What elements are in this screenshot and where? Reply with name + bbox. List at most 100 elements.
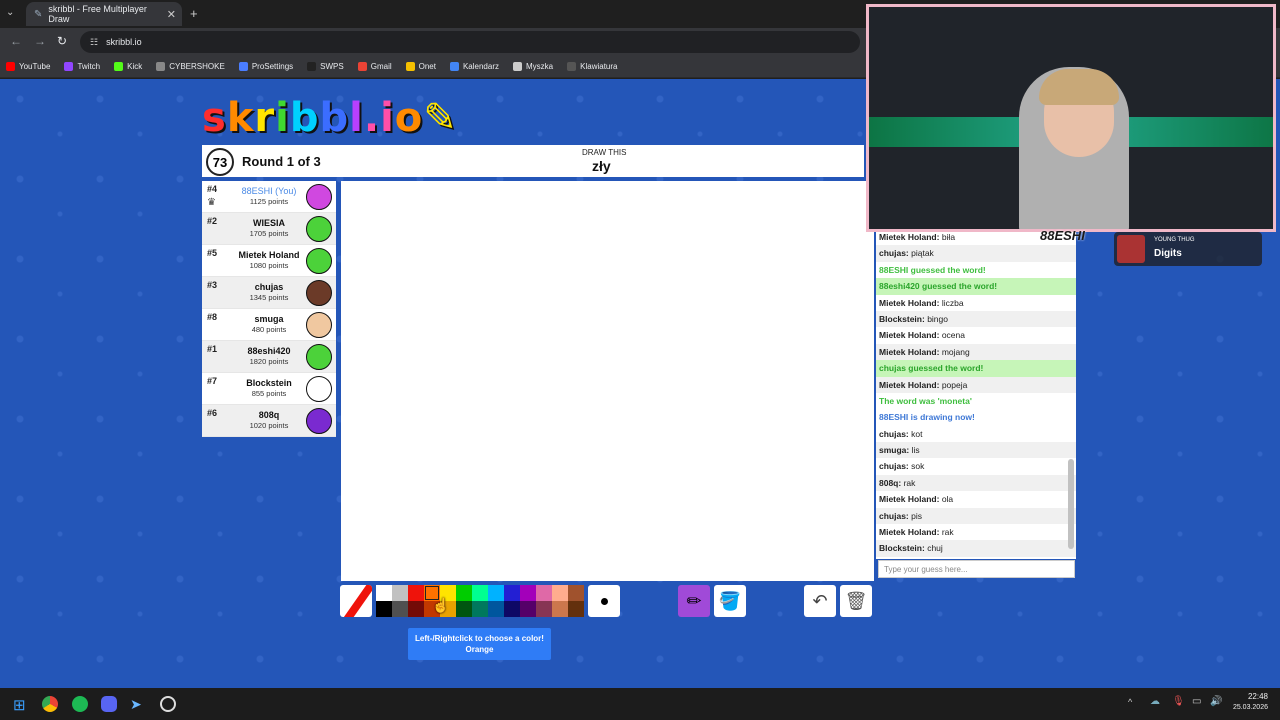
bookmark-kick[interactable]: Kick	[114, 62, 142, 71]
chrome-icon[interactable]	[42, 696, 58, 712]
drawing-canvas[interactable]	[341, 181, 874, 581]
color-swatch[interactable]	[552, 601, 568, 617]
chat-system-text: 88ESHI is drawing now!	[879, 412, 975, 423]
chat-system-text: The word was 'moneta'	[879, 395, 972, 406]
current-color-button[interactable]	[340, 585, 372, 617]
color-swatch[interactable]	[408, 585, 424, 601]
discord-icon[interactable]	[101, 696, 117, 712]
tray-cloud-icon[interactable]: ☁	[1150, 696, 1160, 707]
mouse-cursor-icon: ☝	[432, 597, 450, 613]
song-title: Digits	[1154, 248, 1182, 259]
color-swatch[interactable]	[488, 601, 504, 617]
crown-icon: ♛	[207, 197, 216, 208]
player-row[interactable]: #4 88ESHI (You) 1125 points ♛	[202, 181, 336, 213]
bookmark-label: Onet	[418, 62, 436, 71]
site-info-icon[interactable]: ☷	[90, 37, 98, 48]
chat-message: Blockstein: chuj	[876, 540, 1076, 557]
reload-icon[interactable]: ↻	[57, 34, 67, 48]
player-rank: #2	[207, 216, 218, 226]
color-swatch[interactable]	[520, 585, 536, 601]
player-row[interactable]: #1 88eshi420 1820 points	[202, 341, 336, 373]
color-swatch[interactable]	[568, 585, 584, 601]
tab-close-icon[interactable]: ✕	[167, 8, 176, 21]
bookmark-swps[interactable]: SWPS	[307, 62, 344, 71]
chat-text: pis	[911, 510, 922, 521]
microphone-icon[interactable]: 🎙	[1172, 696, 1185, 707]
color-swatch[interactable]	[376, 601, 392, 617]
chat-author: Blockstein:	[879, 313, 928, 324]
fill-bucket-tool-icon[interactable]: 🪣	[714, 585, 746, 617]
telegram-icon[interactable]: ➤	[130, 696, 146, 712]
chat-text: piątak	[911, 248, 934, 259]
chat-text: popeja	[941, 379, 968, 390]
color-swatch[interactable]	[392, 601, 408, 617]
bookmark-twitch[interactable]: Twitch	[64, 62, 100, 71]
tab-list-icon[interactable]: ⌄	[6, 7, 14, 18]
monitor-icon[interactable]: ▭	[1192, 696, 1201, 707]
chat-scrollbar[interactable]	[1068, 459, 1074, 549]
clear-trash-icon[interactable]: 🗑	[840, 585, 872, 617]
new-tab-icon[interactable]: +	[190, 6, 198, 21]
color-swatch[interactable]	[408, 601, 424, 617]
chat-message: 88ESHI guessed the word!	[876, 261, 1076, 279]
bookmark-klawiatura[interactable]: Klawiatura	[567, 62, 617, 71]
bookmark-myszka[interactable]: Myszka	[513, 62, 553, 71]
chat-text: kot	[911, 428, 923, 439]
streamer-name: 88ESHI	[1040, 228, 1085, 243]
color-swatch[interactable]	[488, 585, 504, 601]
player-row[interactable]: #6 808q 1020 points	[202, 405, 336, 437]
chat-text: sok	[911, 461, 925, 472]
color-swatch[interactable]	[520, 601, 536, 617]
obs-icon[interactable]	[160, 696, 176, 712]
player-rank: #1	[207, 344, 218, 354]
forward-icon[interactable]: →	[34, 34, 46, 48]
color-swatch[interactable]	[456, 601, 472, 617]
chat-author: smuga:	[879, 445, 912, 456]
chat-panel: Mietek Holand: biła chujas: piątak 88ESHI …	[876, 229, 1076, 559]
player-row[interactable]: #7 Blockstein 855 points	[202, 373, 336, 405]
bookmark-youtube[interactable]: YouTube	[6, 62, 50, 71]
back-icon[interactable]: ←	[10, 34, 22, 48]
bookmark-onet[interactable]: Onet	[405, 62, 436, 71]
brush-size-button[interactable]	[588, 585, 620, 617]
chat-message: smuga: lis	[876, 442, 1076, 459]
color-swatch[interactable]	[472, 585, 488, 601]
color-swatch[interactable]	[536, 585, 552, 601]
color-swatch[interactable]	[536, 601, 552, 617]
color-swatch[interactable]	[504, 585, 520, 601]
player-points: 855 points	[251, 389, 287, 398]
bookmark-prosettings[interactable]: ProSettings	[238, 62, 293, 71]
color-swatch[interactable]	[392, 585, 408, 601]
player-name: 88eshi420	[247, 346, 291, 356]
url-input[interactable]: ☷ skribbl.io	[80, 31, 860, 53]
player-row[interactable]: #5 Mietek Holand 1080 points	[202, 245, 336, 277]
twitch-icon	[64, 62, 74, 71]
tray-chevron-icon[interactable]: ^	[1128, 697, 1132, 707]
color-swatch[interactable]	[568, 601, 584, 617]
bookmark-kalendarz[interactable]: Kalendarz	[449, 62, 499, 71]
color-swatch[interactable]	[552, 585, 568, 601]
color-swatch[interactable]	[456, 585, 472, 601]
bookmark-gmail[interactable]: Gmail	[357, 62, 392, 71]
color-swatch[interactable]	[376, 585, 392, 601]
volume-icon[interactable]: 🔊	[1210, 696, 1222, 707]
player-row[interactable]: #8 smuga 480 points	[202, 309, 336, 341]
mouse-icon	[513, 62, 522, 71]
pencil-tool-icon[interactable]: ✏	[678, 585, 710, 617]
browser-tab[interactable]: ✎ skribbl - Free Multiplayer Draw ✕	[26, 2, 182, 26]
guess-input[interactable]: Type your guess here...	[878, 560, 1075, 578]
tooltip-instruction: Left-/Rightclick to choose a color!	[415, 634, 544, 643]
start-icon[interactable]: ⊞	[13, 696, 31, 714]
bookmark-cybershoke[interactable]: CYBERSHOKE	[156, 62, 225, 71]
player-row[interactable]: #2 WIESIA 1705 points	[202, 213, 336, 245]
tab-title: skribbl - Free Multiplayer Draw	[48, 4, 147, 24]
player-name: chujas	[254, 282, 284, 292]
cybershoke-icon	[156, 62, 166, 71]
color-swatch[interactable]	[504, 601, 520, 617]
undo-icon[interactable]: ↶	[804, 585, 836, 617]
player-row[interactable]: #3 chujas 1345 points	[202, 277, 336, 309]
chat-text: liczba	[941, 297, 964, 308]
spotify-icon[interactable]	[72, 696, 88, 712]
game-header: 73 Round 1 of 3 DRAW THIS zły	[202, 145, 864, 177]
color-swatch[interactable]	[472, 601, 488, 617]
